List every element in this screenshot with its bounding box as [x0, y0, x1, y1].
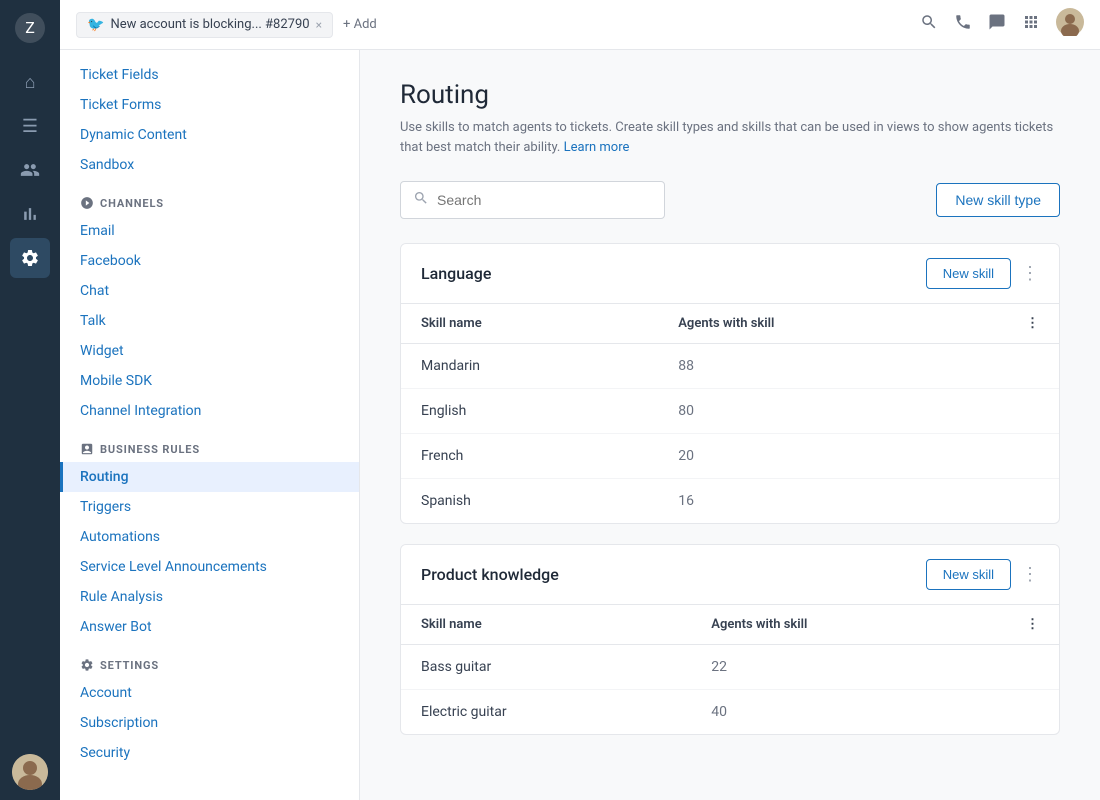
content-area: Routing Use skills to match agents to ti… [360, 50, 1100, 800]
home-nav-icon[interactable]: ⌂ [10, 62, 50, 102]
language-col-actions: ⋮ [1006, 304, 1059, 344]
pk-table-more-icon[interactable]: ⋮ [1026, 617, 1039, 632]
sidebar-item-rule-analysis[interactable]: Rule Analysis [60, 582, 359, 612]
pk-col-skill-name: Skill name [401, 605, 691, 645]
sidebar-item-ticket-forms[interactable]: Ticket Forms [60, 90, 359, 120]
agents-cell: 20 [658, 434, 1006, 479]
settings-nav-icon[interactable] [10, 238, 50, 278]
language-col-agents: Agents with skill [658, 304, 1006, 344]
sidebar-item-answer-bot[interactable]: Answer Bot [60, 612, 359, 642]
sidebar-item-widget[interactable]: Widget [60, 336, 359, 366]
row-actions-cell [1006, 645, 1059, 690]
language-table-more-icon[interactable]: ⋮ [1026, 316, 1039, 331]
topbar: 🐦 New account is blocking... #82790 × + … [60, 0, 1100, 50]
phone-topbar-icon[interactable] [954, 13, 972, 36]
row-actions-cell [1006, 389, 1059, 434]
language-card-header: Language New skill ⋮ [401, 244, 1059, 304]
sidebar-item-email[interactable]: Email [60, 216, 359, 246]
language-col-skill-name: Skill name [401, 304, 658, 344]
app-logo: Z [12, 10, 48, 46]
row-actions-cell [1006, 690, 1059, 735]
svg-text:Z: Z [25, 18, 35, 37]
sidebar-item-channel-integration[interactable]: Channel Integration [60, 396, 359, 426]
twitter-icon: 🐦 [87, 17, 104, 33]
tab-ticket[interactable]: 🐦 New account is blocking... #82790 × [76, 12, 333, 38]
tab-ticket-label: New account is blocking... #82790 [110, 17, 309, 32]
sidebar-item-triggers[interactable]: Triggers [60, 492, 359, 522]
search-row: New skill type [400, 181, 1060, 219]
language-skill-table: Skill name Agents with skill ⋮ Mandarin … [401, 304, 1059, 523]
product-knowledge-more-options-icon[interactable]: ⋮ [1021, 566, 1039, 584]
row-actions-cell [1006, 344, 1059, 389]
agents-cell: 16 [658, 479, 1006, 524]
language-more-options-icon[interactable]: ⋮ [1021, 265, 1039, 283]
topbar-icons [920, 8, 1084, 41]
icon-bar: Z ⌂ ☰ [0, 0, 60, 800]
product-knowledge-new-skill-button[interactable]: New skill [926, 559, 1011, 590]
sidebar-item-facebook[interactable]: Facebook [60, 246, 359, 276]
search-icon [413, 190, 429, 210]
sidebar-item-chat[interactable]: Chat [60, 276, 359, 306]
table-row: Mandarin 88 [401, 344, 1059, 389]
skill-name-cell: Mandarin [401, 344, 658, 389]
agents-cell: 22 [691, 645, 1006, 690]
table-row: French 20 [401, 434, 1059, 479]
page-description: Use skills to match agents to tickets. C… [400, 118, 1060, 157]
sidebar-item-security[interactable]: Security [60, 738, 359, 768]
product-knowledge-skill-table: Skill name Agents with skill ⋮ Bass guit… [401, 605, 1059, 734]
product-knowledge-card-title: Product knowledge [421, 565, 926, 584]
skill-name-cell: French [401, 434, 658, 479]
language-card-title: Language [421, 264, 926, 283]
tickets-nav-icon[interactable]: ☰ [10, 106, 50, 146]
table-row: Bass guitar 22 [401, 645, 1059, 690]
sidebar: Ticket Fields Ticket Forms Dynamic Conte… [60, 50, 360, 800]
search-input[interactable] [437, 192, 652, 208]
apps-topbar-icon[interactable] [1022, 13, 1040, 36]
sidebar-item-routing[interactable]: Routing [60, 462, 359, 492]
sidebar-item-automations[interactable]: Automations [60, 522, 359, 552]
agents-cell: 40 [691, 690, 1006, 735]
sidebar-item-talk[interactable]: Talk [60, 306, 359, 336]
sidebar-item-subscription[interactable]: Subscription [60, 708, 359, 738]
language-new-skill-button[interactable]: New skill [926, 258, 1011, 289]
sidebar-item-sandbox[interactable]: Sandbox [60, 150, 359, 180]
new-skill-type-button[interactable]: New skill type [936, 183, 1060, 217]
table-row: English 80 [401, 389, 1059, 434]
language-skill-card: Language New skill ⋮ Skill name Agents w… [400, 243, 1060, 524]
user-topbar-avatar[interactable] [1056, 8, 1084, 41]
pk-col-actions: ⋮ [1006, 605, 1059, 645]
settings-section-label: SETTINGS [60, 642, 359, 678]
product-knowledge-card-header: Product knowledge New skill ⋮ [401, 545, 1059, 605]
learn-more-link[interactable]: Learn more [564, 140, 630, 155]
table-row: Electric guitar 40 [401, 690, 1059, 735]
chat-topbar-icon[interactable] [988, 13, 1006, 36]
agents-cell: 88 [658, 344, 1006, 389]
agents-cell: 80 [658, 389, 1006, 434]
row-actions-cell [1006, 434, 1059, 479]
users-nav-icon[interactable] [10, 150, 50, 190]
skill-name-cell: Electric guitar [401, 690, 691, 735]
sidebar-item-ticket-fields[interactable]: Ticket Fields [60, 60, 359, 90]
add-tab-button[interactable]: + Add [343, 17, 377, 32]
page-title: Routing [400, 80, 1060, 110]
business-rules-section-label: BUSINESS RULES [60, 426, 359, 462]
reports-nav-icon[interactable] [10, 194, 50, 234]
row-actions-cell [1006, 479, 1059, 524]
search-box[interactable] [400, 181, 665, 219]
main-wrapper: Ticket Fields Ticket Forms Dynamic Conte… [60, 50, 1100, 800]
product-knowledge-skill-card: Product knowledge New skill ⋮ Skill name… [400, 544, 1060, 735]
pk-col-agents: Agents with skill [691, 605, 1006, 645]
skill-name-cell: English [401, 389, 658, 434]
skill-name-cell: Spanish [401, 479, 658, 524]
search-topbar-icon[interactable] [920, 13, 938, 36]
sidebar-item-account[interactable]: Account [60, 678, 359, 708]
skill-name-cell: Bass guitar [401, 645, 691, 690]
sidebar-item-mobile-sdk[interactable]: Mobile SDK [60, 366, 359, 396]
user-avatar[interactable] [12, 754, 48, 790]
tab-close-button[interactable]: × [316, 18, 322, 32]
sidebar-item-sla[interactable]: Service Level Announcements [60, 552, 359, 582]
table-row: Spanish 16 [401, 479, 1059, 524]
channels-section-label: CHANNELS [60, 180, 359, 216]
sidebar-item-dynamic-content[interactable]: Dynamic Content [60, 120, 359, 150]
